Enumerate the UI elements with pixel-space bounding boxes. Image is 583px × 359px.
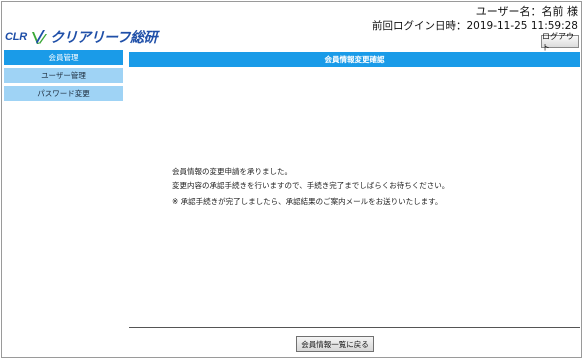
logo-prefix: CLR bbox=[5, 31, 28, 43]
logout-button[interactable]: ログアウト bbox=[541, 32, 579, 52]
sidebar-item-user-management[interactable]: ユーザー管理 bbox=[4, 68, 123, 83]
footer-divider bbox=[129, 327, 580, 328]
message-line: 会員情報の変更申請を承りました。 bbox=[172, 167, 292, 176]
sidebar: 会員管理 ユーザー管理 パスワード変更 bbox=[4, 50, 123, 104]
confirmation-message: 会員情報の変更申請を承りました。 変更内容の承認手続きを行いますので、手続き完了… bbox=[172, 166, 472, 212]
logo-text: クリアリーフ総研 bbox=[50, 30, 158, 46]
back-to-member-list-button[interactable]: 会員情報一覧に戻る bbox=[296, 336, 374, 352]
brand-logo[interactable]: CLR クリアリーフ総研 bbox=[5, 26, 158, 48]
sidebar-item-password-change[interactable]: パスワード変更 bbox=[4, 86, 123, 101]
user-name: ユーザー名：名前 様 bbox=[475, 5, 578, 18]
sidebar-item-member-management[interactable]: 会員管理 bbox=[4, 50, 123, 65]
page-title: 会員情報変更確認 bbox=[129, 52, 580, 67]
message-note: ※ 承認手続きが完了しましたら、承認結果のご案内メールをお送りいたします。 bbox=[172, 197, 443, 206]
leaf-icon bbox=[32, 30, 48, 44]
message-line: 変更内容の承認手続きを行いますので、手続き完了までしばらくお待ちください。 bbox=[172, 181, 450, 190]
